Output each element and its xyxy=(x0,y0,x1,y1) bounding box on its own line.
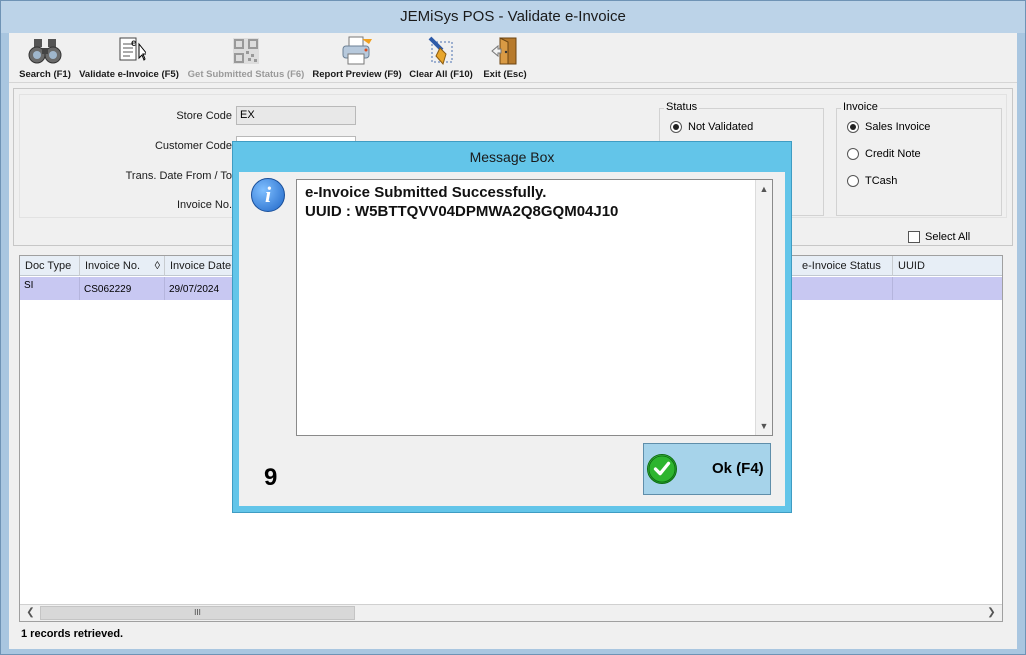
brush-icon xyxy=(428,36,453,66)
column-header-einvoice-status[interactable]: e-Invoice Status xyxy=(797,256,893,276)
invoice-tcash-label: TCash xyxy=(865,175,898,187)
message-text: e-Invoice Submitted Successfully. UUID :… xyxy=(305,183,755,221)
column-header-label: e-Invoice Status xyxy=(802,260,881,272)
get-submitted-status-button[interactable]: Get Submitted Status (F6) xyxy=(185,36,307,80)
cell-uuid xyxy=(893,277,1002,300)
invoice-credit-note-radio[interactable]: Credit Note xyxy=(847,148,921,160)
cell-doc-type: SI xyxy=(20,277,80,300)
status-not-validated-label: Not Validated xyxy=(688,121,754,133)
scroll-thumb[interactable]: III xyxy=(40,606,355,620)
door-exit-icon xyxy=(491,37,517,65)
search-button-label: Search (F1) xyxy=(19,69,71,80)
trans-date-label: Trans. Date From / To xyxy=(125,170,232,182)
clear-all-button[interactable]: Clear All (F10) xyxy=(408,36,474,80)
horizontal-scrollbar[interactable]: ❮ III ❯ xyxy=(20,604,1002,621)
column-header-label: Doc Type xyxy=(25,260,72,272)
ok-button-label: Ok (F4) xyxy=(712,460,764,477)
select-all-checkbox[interactable]: Select All xyxy=(908,231,970,243)
column-header-label: Invoice No. xyxy=(85,260,141,272)
printer-icon xyxy=(342,36,372,65)
validate-einvoice-button[interactable]: e Validate e-Invoice (F5) xyxy=(79,36,179,80)
message-line-2: UUID : W5BTTQVV04DPMWA2Q8GQM04J10 xyxy=(305,203,619,220)
scroll-right-icon[interactable]: ❯ xyxy=(983,605,1000,621)
window-title: JEMiSys POS - Validate e-Invoice xyxy=(1,1,1025,33)
report-preview-label: Report Preview (F9) xyxy=(312,69,402,80)
message-line-1: e-Invoice Submitted Successfully. xyxy=(305,184,547,201)
info-icon: i xyxy=(251,178,285,212)
scroll-up-icon[interactable]: ▲ xyxy=(756,181,772,197)
svg-text:e: e xyxy=(131,38,137,49)
exit-button[interactable]: Exit (Esc) xyxy=(479,36,531,80)
invoice-group-title: Invoice xyxy=(841,101,880,113)
scroll-left-icon[interactable]: ❮ xyxy=(22,605,39,621)
invoice-no-label: Invoice No. xyxy=(176,199,232,211)
column-header-doc-type[interactable]: Doc Type xyxy=(20,256,80,276)
search-button[interactable]: Search (F1) xyxy=(15,36,75,80)
radio-button-checked[interactable] xyxy=(670,121,682,133)
sort-icon: ◊ xyxy=(154,260,160,272)
customer-code-label: Customer Code xyxy=(154,140,232,152)
radio-button[interactable] xyxy=(847,148,859,160)
column-header-label: UUID xyxy=(898,260,925,272)
cell-einvoice-status xyxy=(797,277,893,300)
radio-button-checked[interactable] xyxy=(847,121,859,133)
dialog-body: i e-Invoice Submitted Successfully. UUID… xyxy=(239,172,785,506)
validate-einvoice-label: Validate e-Invoice (F5) xyxy=(79,69,179,80)
message-box-dialog: Message Box i e-Invoice Submitted Succes… xyxy=(232,141,792,513)
invoice-tcash-radio[interactable]: TCash xyxy=(847,175,897,187)
column-header-invoice-no[interactable]: Invoice No. ◊ xyxy=(80,256,165,276)
status-group-title: Status xyxy=(664,101,700,113)
radio-button[interactable] xyxy=(847,175,859,187)
status-bar-text: 1 records retrieved. xyxy=(21,628,124,640)
vertical-scrollbar[interactable]: ▲ ▼ xyxy=(755,180,772,435)
invoice-credit-note-label: Credit Note xyxy=(865,148,921,160)
countdown-number: 9 xyxy=(264,464,278,491)
store-code-field[interactable]: EX xyxy=(236,106,356,125)
binoculars-icon xyxy=(28,39,62,64)
document-icon: e xyxy=(119,37,146,61)
column-header-uuid[interactable]: UUID xyxy=(893,256,1002,276)
checkbox[interactable] xyxy=(908,231,920,243)
status-not-validated-radio[interactable]: Not Validated xyxy=(670,121,753,133)
qr-code-icon xyxy=(233,38,259,64)
cell-invoice-no: CS062229 xyxy=(80,277,165,300)
ok-button[interactable]: Ok (F4) xyxy=(643,443,771,495)
report-preview-button[interactable]: Report Preview (F9) xyxy=(311,36,403,80)
select-all-label: Select All xyxy=(925,231,971,243)
store-code-label: Store Code xyxy=(176,110,232,122)
dialog-title: Message Box xyxy=(469,149,555,165)
message-textbox[interactable]: e-Invoice Submitted Successfully. UUID :… xyxy=(296,179,773,436)
invoice-group: Invoice Sales Invoice Credit Note TCash xyxy=(836,101,1002,216)
invoice-sales-label: Sales Invoice xyxy=(865,121,931,133)
column-header-label: Invoice Date xyxy=(170,260,232,272)
toolbar: Search (F1) e Validate e-Invoice (F5) Ge… xyxy=(9,33,1017,83)
scroll-down-icon[interactable]: ▼ xyxy=(756,418,772,434)
invoice-sales-radio[interactable]: Sales Invoice xyxy=(847,121,930,133)
get-submitted-status-label: Get Submitted Status (F6) xyxy=(187,69,305,80)
exit-label: Exit (Esc) xyxy=(483,69,527,80)
clear-all-label: Clear All (F10) xyxy=(409,69,473,80)
checkmark-icon xyxy=(647,454,677,484)
